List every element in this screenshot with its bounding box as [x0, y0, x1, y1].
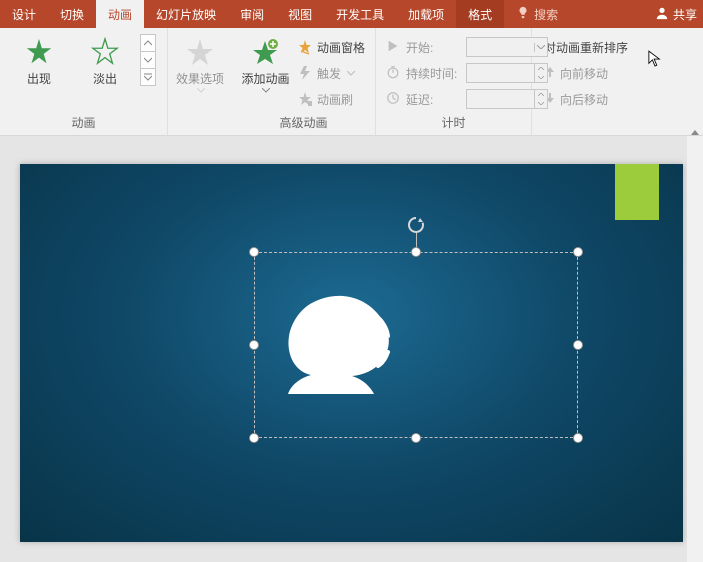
start-input [467, 38, 534, 56]
duration-label: 持续时间: [406, 65, 462, 82]
resize-handle-mr[interactable] [573, 340, 583, 350]
duration-combo [466, 63, 548, 83]
effect-options-button: 效果选项 [174, 34, 226, 93]
gallery-scroll-down[interactable] [140, 51, 156, 69]
start-combo [466, 37, 548, 57]
animation-pane-icon [297, 39, 313, 55]
move-later-label: 向后移动 [560, 91, 608, 108]
slide-accent-shape[interactable] [615, 164, 659, 220]
chevron-down-icon [262, 88, 270, 93]
effect-options-label: 效果选项 [176, 72, 224, 86]
group-animation: 出现 淡出 动画 [0, 28, 168, 135]
selected-object[interactable] [254, 252, 578, 438]
group-label-timing: 计时 [376, 112, 531, 135]
tab-review[interactable]: 审阅 [228, 0, 276, 28]
tab-transition[interactable]: 切换 [48, 0, 96, 28]
duration-input [467, 64, 534, 82]
object-graphic [282, 294, 402, 404]
tab-format[interactable]: 格式 [456, 0, 504, 28]
gallery-item-appear[interactable]: 出现 [6, 34, 72, 89]
group-label-animation: 动画 [0, 112, 167, 135]
resize-handle-br[interactable] [573, 433, 583, 443]
rotate-handle[interactable] [407, 216, 425, 234]
vertical-scrollbar[interactable] [687, 136, 703, 562]
delay-input [467, 90, 534, 108]
gallery-item-fade[interactable]: 淡出 [72, 34, 138, 89]
add-animation-label: 添加动画 [241, 72, 289, 86]
play-icon [386, 39, 402, 55]
trigger-icon [297, 65, 313, 81]
effect-options-icon [183, 36, 217, 70]
ribbon-tabs: 设计 切换 动画 幻灯片放映 审阅 视图 开发工具 加载项 格式 搜索 共享 [0, 0, 703, 28]
tab-view[interactable]: 视图 [276, 0, 324, 28]
delay-label: 延迟: [406, 91, 462, 108]
move-later-button: 向后移动 [544, 88, 628, 110]
group-effect-options: 效果选项 [168, 28, 232, 135]
ribbon: 出现 淡出 动画 [0, 28, 703, 136]
add-animation-button[interactable]: 添加动画 [238, 34, 293, 93]
animation-painter-button: 动画刷 [297, 88, 365, 110]
resize-handle-bl[interactable] [249, 433, 259, 443]
gallery-scroll-up[interactable] [140, 34, 156, 52]
animation-painter-icon [297, 91, 313, 107]
share-button[interactable]: 共享 [645, 0, 703, 28]
gallery-caption: 出现 [27, 70, 51, 87]
animation-pane-label: 动画窗格 [317, 39, 365, 56]
fade-icon [89, 36, 121, 68]
appear-icon [23, 36, 55, 68]
slide[interactable] [20, 164, 683, 542]
slide-canvas-area[interactable] [0, 136, 703, 562]
group-reorder: 对动画重新排序 向前移动 向后移动 [532, 28, 703, 135]
animation-gallery[interactable]: 出现 淡出 [6, 34, 156, 89]
add-animation-icon [248, 36, 282, 70]
search-label: 搜索 [534, 6, 558, 23]
resize-handle-tm[interactable] [411, 247, 421, 257]
delay-combo [466, 89, 548, 109]
gallery-more[interactable] [140, 68, 156, 86]
gallery-caption: 淡出 [93, 70, 117, 87]
tab-addins[interactable]: 加载项 [396, 0, 456, 28]
duration-icon [386, 65, 402, 81]
delay-icon [386, 91, 402, 107]
lightbulb-icon [516, 6, 530, 23]
trigger-button: 触发 [297, 62, 365, 84]
animation-pane-button[interactable]: 动画窗格 [297, 36, 365, 58]
scroll-up-button[interactable] [689, 126, 701, 138]
chevron-down-icon [347, 71, 355, 76]
person-icon [655, 6, 669, 23]
tab-design[interactable]: 设计 [0, 0, 48, 28]
reorder-header: 对动画重新排序 [544, 36, 628, 58]
resize-handle-tl[interactable] [249, 247, 259, 257]
tab-animation[interactable]: 动画 [96, 0, 144, 28]
trigger-label: 触发 [317, 65, 341, 82]
chevron-down-icon [197, 88, 205, 93]
group-timing: 开始: 持续时间: 延迟: [376, 28, 532, 135]
move-earlier-button: 向前移动 [544, 62, 628, 84]
resize-handle-bm[interactable] [411, 433, 421, 443]
tell-me-search[interactable]: 搜索 [504, 0, 570, 28]
move-earlier-label: 向前移动 [560, 65, 608, 82]
start-label: 开始: [406, 39, 462, 56]
group-advanced-animation: 添加动画 动画窗格 触发 [232, 28, 376, 135]
tab-devtools[interactable]: 开发工具 [324, 0, 396, 28]
share-label: 共享 [673, 6, 697, 23]
group-label-advanced: 高级动画 [232, 112, 375, 135]
tab-slideshow[interactable]: 幻灯片放映 [144, 0, 228, 28]
resize-handle-tr[interactable] [573, 247, 583, 257]
resize-handle-ml[interactable] [249, 340, 259, 350]
animation-painter-label: 动画刷 [317, 91, 353, 108]
